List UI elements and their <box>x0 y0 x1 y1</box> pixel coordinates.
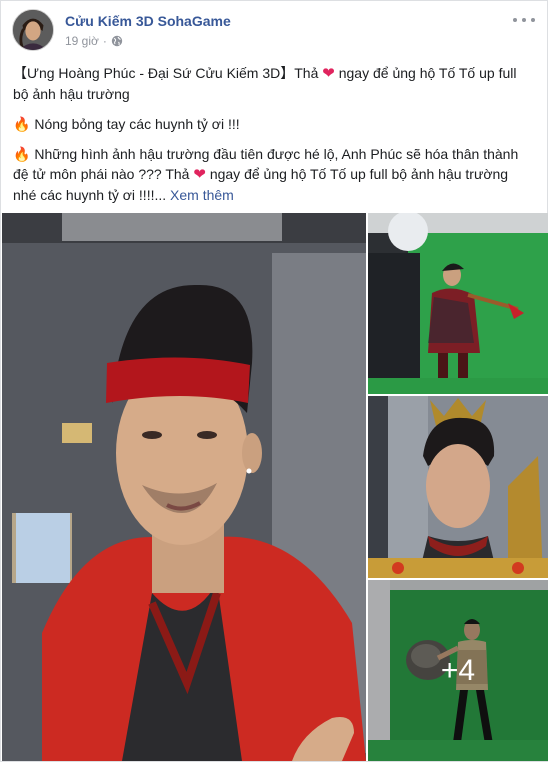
heart-emoji-icon: ❤ <box>193 166 206 183</box>
facebook-post-card: Cửu Kiếm 3D SohaGame 19 giờ · 【Ưng Hoàng… <box>0 0 548 762</box>
post-paragraph: 🔥 Nóng bỏng tay các huynh tỷ ơi !!! <box>13 114 535 134</box>
post-timestamp[interactable]: 19 giờ <box>65 34 99 48</box>
page-avatar[interactable] <box>12 9 54 51</box>
page-name-link[interactable]: Cửu Kiếm 3D SohaGame <box>65 13 231 29</box>
more-dot <box>522 18 526 22</box>
fire-emoji-icon: 🔥 <box>13 116 31 132</box>
post-paragraph: 【Ưng Hoàng Phúc - Đại Sứ Cửu Kiếm 3D】Thả… <box>13 63 535 104</box>
globe-icon[interactable] <box>111 35 123 47</box>
fire-emoji-icon: 🔥 <box>13 146 31 162</box>
post-text: 【Ưng Hoàng Phúc - Đại Sứ Cửu Kiếm 3D】Thả… <box>13 63 535 205</box>
see-more-link[interactable]: Xem thêm <box>166 187 234 203</box>
heart-emoji-icon: ❤ <box>322 65 335 82</box>
photo-thumbnail[interactable] <box>368 396 548 578</box>
paragraph-text: 【Ưng Hoàng Phúc - Đại Sứ Cửu Kiếm 3D】Thả <box>13 65 323 81</box>
post-meta: 19 giờ · <box>65 34 123 48</box>
meta-separator: · <box>102 34 107 48</box>
photo-main[interactable] <box>2 213 366 761</box>
more-dot <box>531 18 535 22</box>
paragraph-text: Nóng bỏng tay các huynh tỷ ơi !!! <box>30 116 240 132</box>
photo-thumbnail-more[interactable]: +4 <box>368 580 548 761</box>
photo-grid: +4 <box>2 213 548 761</box>
post-paragraph: 🔥 Những hình ảnh hậu trường đầu tiên đượ… <box>13 144 535 205</box>
more-options-icon[interactable] <box>513 13 535 27</box>
more-dot <box>513 18 517 22</box>
photo-thumbnail[interactable] <box>368 213 548 394</box>
post-header: Cửu Kiếm 3D SohaGame 19 giờ · <box>11 9 537 55</box>
